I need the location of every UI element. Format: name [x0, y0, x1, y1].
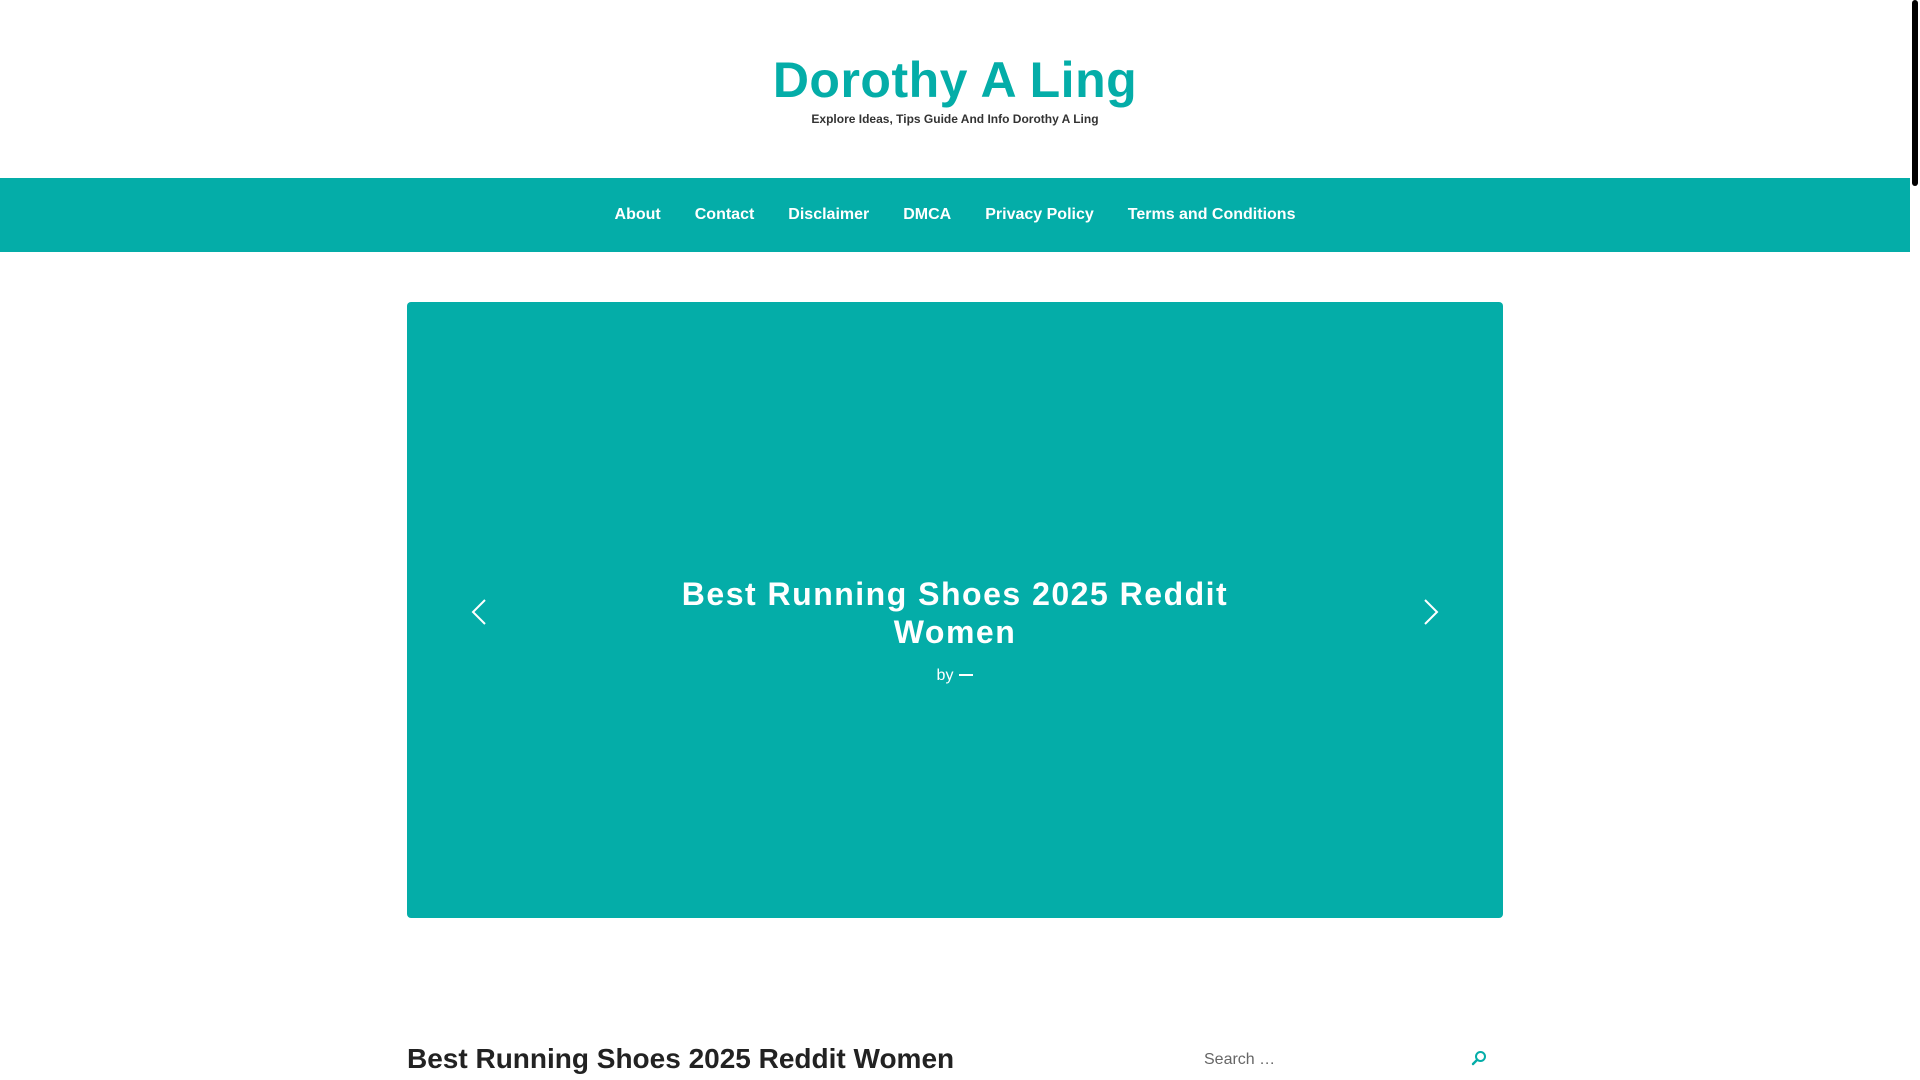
chevron-left-icon: [464, 592, 494, 632]
nav-item-contact[interactable]: Contact: [695, 205, 755, 225]
nav-item-disclaimer[interactable]: Disclaimer: [788, 205, 869, 225]
nav-item-terms-and-conditions[interactable]: Terms and Conditions: [1128, 205, 1296, 225]
nav-item-dmca[interactable]: DMCA: [903, 205, 951, 225]
search-form: [1190, 1040, 1503, 1080]
site-title[interactable]: Dorothy A Ling: [0, 50, 1910, 110]
nav-item-about[interactable]: About: [615, 205, 661, 225]
search-input[interactable]: [1190, 1040, 1450, 1080]
search-button[interactable]: [1467, 1048, 1491, 1072]
page-scrollbar[interactable]: [1910, 0, 1920, 1080]
slide-byline: by: [407, 666, 1503, 686]
featured-slider[interactable]: Best Running Shoes 2025 Reddit Women by: [407, 302, 1503, 918]
page: Dorothy A Ling Explore Ideas, Tips Guide…: [0, 0, 1910, 1080]
nav-item-privacy-policy[interactable]: Privacy Policy: [985, 205, 1094, 225]
chevron-right-icon: [1416, 592, 1446, 632]
slider-prev-button[interactable]: [464, 592, 494, 632]
site-header: Dorothy A Ling Explore Ideas, Tips Guide…: [0, 0, 1910, 178]
site-tagline: Explore Ideas, Tips Guide And Info Dorot…: [811, 112, 1099, 126]
slide-title[interactable]: Best Running Shoes 2025 Reddit Women: [667, 575, 1243, 651]
byline-label: by: [936, 667, 954, 684]
slider-next-button[interactable]: [1416, 592, 1446, 632]
nav-list: About Contact Disclaimer DMCA Privacy Po…: [0, 178, 1910, 252]
post-title: Best Running Shoes 2025 Reddit Women: [407, 1043, 955, 1074]
search-icon: [1471, 1050, 1487, 1071]
main-navigation: About Contact Disclaimer DMCA Privacy Po…: [0, 178, 1910, 252]
scrollbar-thumb[interactable]: [1912, 0, 1918, 186]
author-placeholder-dash: [959, 673, 974, 676]
